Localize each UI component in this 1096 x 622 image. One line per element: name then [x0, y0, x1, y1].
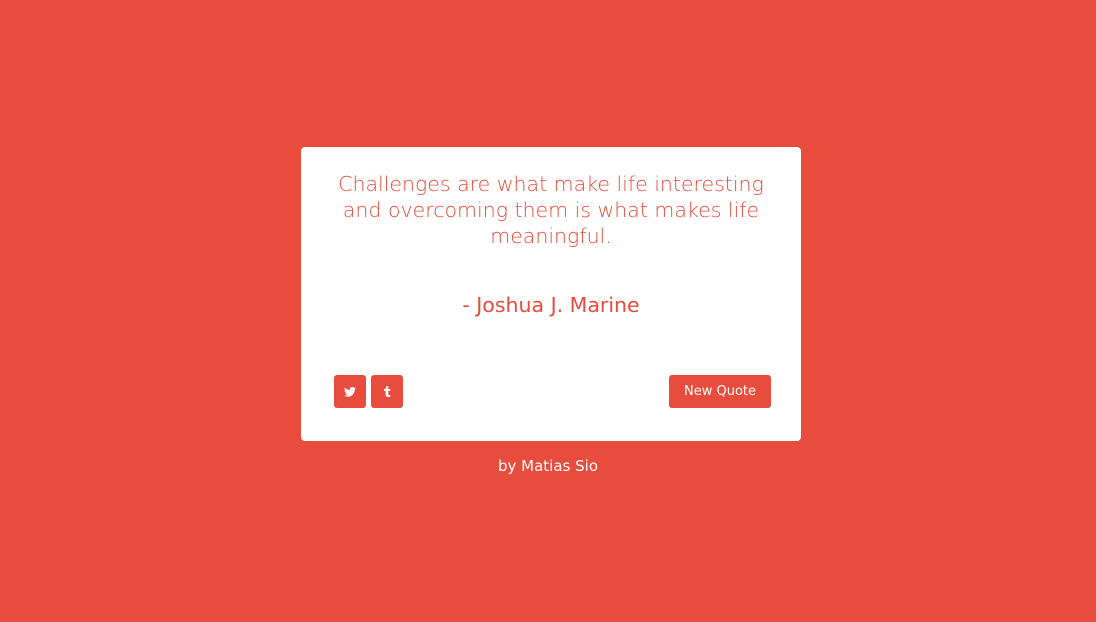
quote-card: Challenges are what make life interestin…: [301, 147, 801, 441]
quote-author: - Joshua J. Marine: [462, 293, 640, 317]
quote-text: Challenges are what make life interestin…: [338, 172, 764, 248]
tumblr-icon: [383, 386, 391, 397]
new-quote-button[interactable]: New Quote: [669, 375, 771, 408]
twitter-icon: [344, 386, 356, 397]
tumblr-button[interactable]: [371, 375, 403, 408]
tweet-button[interactable]: [334, 375, 366, 408]
author-credit: by Matias Sio: [498, 457, 598, 475]
